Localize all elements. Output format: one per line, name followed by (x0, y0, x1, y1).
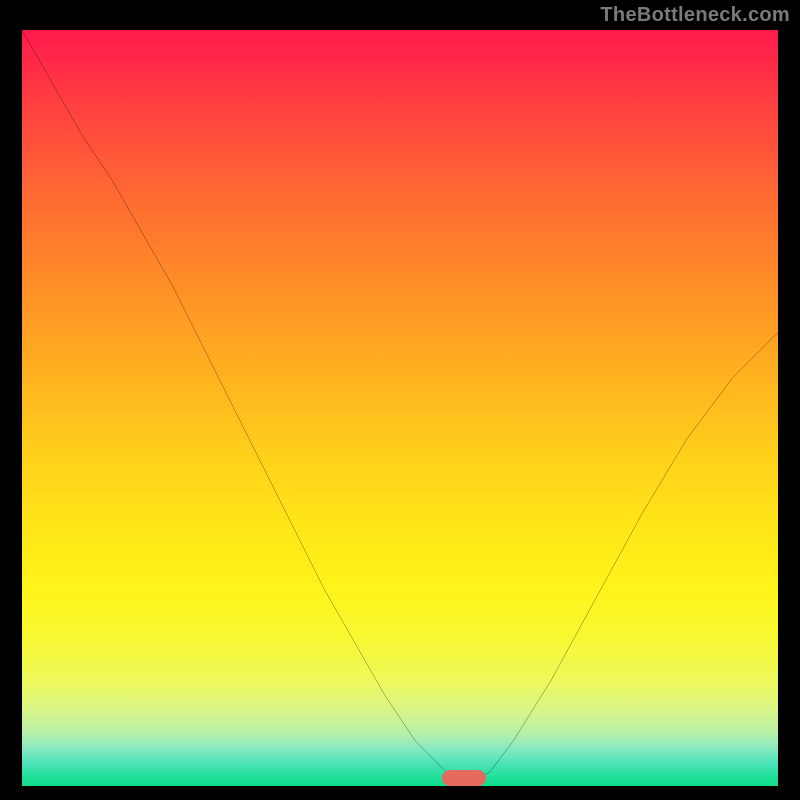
watermark-text: TheBottleneck.com (600, 4, 790, 27)
bottleneck-curve (22, 30, 778, 786)
plot-area (22, 30, 778, 786)
chart-container: TheBottleneck.com (0, 0, 800, 800)
curve-path (22, 30, 778, 782)
optimal-marker (442, 770, 486, 786)
